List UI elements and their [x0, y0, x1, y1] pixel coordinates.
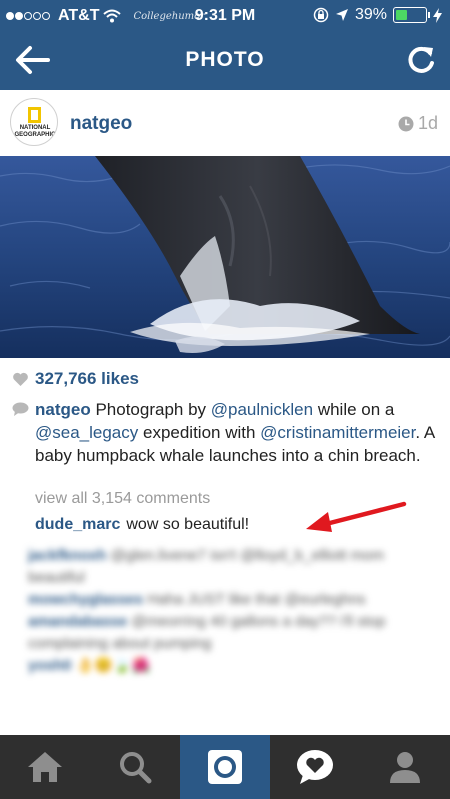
post-header: NATIONAL GEOGRAPHIC natgeo 1d [0, 90, 450, 156]
camera-icon [208, 750, 242, 784]
tab-search[interactable] [90, 735, 180, 799]
top-bar: AT&T Collegehumor 9:31 PM 39% PHOTO [0, 0, 450, 90]
avatar[interactable]: NATIONAL GEOGRAPHIC [10, 98, 58, 146]
blurred-comment-text: Haha JUST like that @eurleghns [143, 591, 366, 608]
battery-icon [393, 7, 430, 23]
list-item: mowchyglasses Haha JUST like that @eurle… [28, 589, 428, 611]
nav-bar: PHOTO [0, 32, 450, 90]
avatar-logo-text: NATIONAL GEOGRAPHIC [14, 125, 56, 138]
post-age: 1d [398, 113, 438, 134]
battery-percent: 39% [354, 6, 387, 23]
heart-icon [13, 372, 28, 386]
refresh-button[interactable] [404, 44, 438, 78]
natgeo-logo-icon [28, 107, 41, 123]
list-item: jackfknoxh @glen.livene7 isn't @lloyd_b_… [28, 545, 428, 589]
blurred-comment-username: yosh0 [28, 657, 72, 674]
home-icon [28, 752, 62, 782]
tab-home[interactable] [0, 735, 90, 799]
tab-activity[interactable] [270, 735, 360, 799]
likes-row: 327,766 likes [12, 369, 139, 389]
search-icon [120, 752, 152, 784]
blurred-comment-username: mowchyglasses [28, 591, 144, 608]
list-item: yosh0 👌😊🍃🌺 [28, 655, 428, 677]
caption-text-2: while on a [313, 400, 395, 419]
location-arrow-icon [335, 9, 348, 21]
blurred-comments: jackfknoxh @glen.livene7 isn't @lloyd_b_… [28, 545, 428, 677]
post-age-text: 1d [417, 113, 438, 133]
red-arrow-annotation-icon [306, 501, 407, 532]
likes-count[interactable]: 327,766 likes [35, 369, 139, 389]
charging-bolt-icon [433, 7, 442, 23]
blurred-comment-username: jackfknoxh [28, 547, 107, 564]
list-item: amandabasse @meorring 40 gallons a day??… [28, 611, 428, 655]
tab-camera[interactable] [180, 735, 270, 799]
tab-profile[interactable] [360, 735, 450, 799]
blurred-comment-text: 👌😊🍃🌺 [71, 657, 151, 674]
clock-icon [398, 116, 414, 131]
rotation-lock-icon [313, 7, 329, 23]
activity-icon [297, 750, 333, 784]
caption-username[interactable]: natgeo [35, 400, 91, 419]
caption-text-1: Photograph by [90, 400, 211, 419]
mention-link[interactable]: @cristinamittermeier [260, 423, 415, 442]
blurred-comment-username: amandabasse [28, 613, 128, 630]
mention-link[interactable]: @sea_legacy [35, 423, 138, 442]
comment-username[interactable]: dude_marc [35, 516, 120, 533]
status-bar: AT&T Collegehumor 9:31 PM 39% [0, 0, 450, 32]
profile-icon [390, 752, 420, 783]
whale-photo [0, 156, 450, 358]
caption-text-3: expedition with [138, 423, 261, 442]
view-all-comments-link[interactable]: view all 3,154 comments [35, 490, 210, 508]
refresh-icon [408, 46, 434, 73]
mention-link[interactable]: @paulnicklen [211, 400, 313, 419]
page-title: PHOTO [185, 48, 265, 71]
post-username[interactable]: natgeo [70, 113, 132, 135]
comment-bubble-icon [12, 402, 29, 416]
comment-text: wow so beautiful! [126, 516, 250, 533]
highlighted-comment: dude_marc wow so beautiful! [35, 516, 249, 534]
tab-bar [0, 735, 450, 799]
caption-text: natgeo Photograph by @paulnicklen while … [35, 398, 440, 467]
post-photo[interactable] [0, 156, 450, 358]
